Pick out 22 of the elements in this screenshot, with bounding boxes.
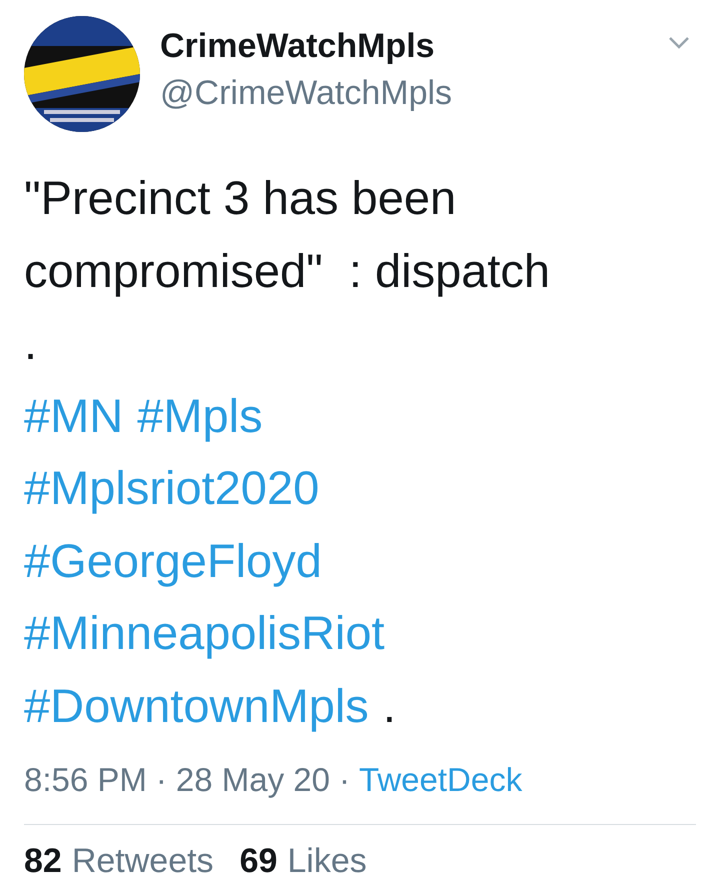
tweet-text: compromised" : dispatch: [24, 242, 550, 299]
author-name[interactable]: CrimeWatchMpls: [160, 24, 648, 68]
tweet-text: "Precinct 3 has been: [24, 170, 456, 226]
stat-count[interactable]: 69: [240, 839, 278, 883]
source-link[interactable]: TweetDeck: [359, 758, 522, 802]
stat-count[interactable]: 82: [24, 839, 62, 883]
timestamp-text: 8:56 PM: [24, 760, 147, 800]
stat-label[interactable]: Retweets: [72, 839, 214, 883]
separator-dot: ·: [156, 760, 167, 800]
hashtag-link[interactable]: #Mpls: [137, 380, 263, 452]
tweet-text: .: [382, 678, 396, 734]
hashtag-link[interactable]: #DowntownMpls: [24, 670, 369, 742]
hashtag-link[interactable]: #Mplsriot2020: [24, 452, 320, 524]
hashtag-link[interactable]: #GeorgeFloyd: [24, 524, 322, 597]
hashtag-link[interactable]: #MinneapolisRiot: [24, 597, 385, 670]
hashtag-link[interactable]: #MN: [24, 380, 124, 452]
separator-dot: ·: [339, 760, 350, 800]
timestamp-text: 28 May 20: [176, 760, 330, 800]
author-handle[interactable]: @CrimeWatchMpls: [160, 68, 648, 118]
chevron-down-icon[interactable]: [668, 36, 690, 50]
tweet-text: .: [24, 315, 38, 371]
stat-label[interactable]: Likes: [287, 839, 367, 883]
